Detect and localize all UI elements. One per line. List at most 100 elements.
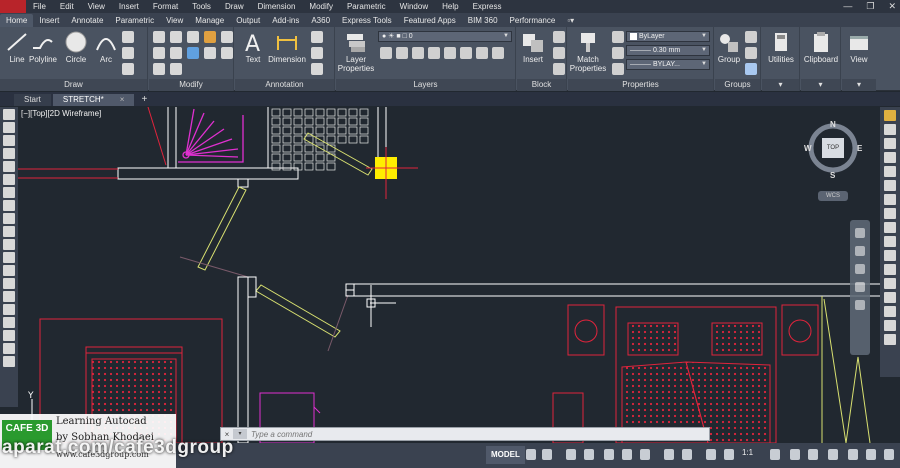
close-icon[interactable]: ✕: [888, 0, 896, 13]
toolbar-stretch-icon[interactable]: [884, 222, 896, 233]
lineweight-dropdown[interactable]: ——— 0.30 mm ▼: [626, 45, 710, 56]
layer-unlock-icon[interactable]: [492, 47, 504, 59]
object-snap-tracking-icon[interactable]: [622, 449, 632, 460]
compass-west[interactable]: W: [804, 144, 812, 153]
utilities-expand-icon[interactable]: ▾: [762, 79, 799, 91]
toolbar-array-icon[interactable]: [884, 166, 896, 177]
menu-file[interactable]: File: [26, 0, 53, 13]
toolbar-spline-icon[interactable]: [3, 213, 15, 224]
table-icon[interactable]: [311, 47, 323, 59]
group-edit-icon[interactable]: [745, 47, 757, 59]
utilities-button[interactable]: Utilities: [761, 30, 801, 64]
file-tab-stretch[interactable]: STRETCH* ×: [52, 94, 135, 106]
modify-panel-title[interactable]: Modify: [149, 79, 233, 91]
hatch-icon[interactable]: [122, 47, 134, 59]
layer-lock-icon[interactable]: [428, 47, 440, 59]
toolbar-break-icon[interactable]: [884, 264, 896, 275]
linetype-dropdown[interactable]: ——— BYLAY... ▼: [626, 59, 710, 70]
trim-icon[interactable]: [187, 31, 199, 43]
toolbar-blend-icon[interactable]: [884, 320, 896, 331]
toolbar-join-icon[interactable]: [884, 278, 896, 289]
properties-panel-title[interactable]: Properties: [568, 79, 713, 91]
group-button[interactable]: Group: [709, 30, 749, 64]
polar-icon[interactable]: [584, 449, 594, 460]
block-attribute-icon[interactable]: [553, 63, 565, 75]
ribbon-minimize-icon[interactable]: ▫▾: [567, 14, 574, 27]
arc-button[interactable]: Arc: [86, 30, 126, 64]
pan-icon[interactable]: [855, 246, 865, 256]
block-panel-title[interactable]: Block: [517, 79, 566, 91]
toolbar-arc-icon[interactable]: [3, 174, 15, 185]
toolbar-ellipse-arc-icon[interactable]: [3, 239, 15, 250]
menu-view[interactable]: View: [81, 0, 112, 13]
layers-panel-title[interactable]: Layers: [336, 79, 515, 91]
lineweight-display-icon[interactable]: [664, 449, 674, 460]
annotation-scale-value[interactable]: 1:1: [742, 448, 753, 457]
tab-add-ins[interactable]: Add-ins: [266, 14, 305, 27]
tab-featured-apps[interactable]: Featured Apps: [398, 14, 462, 27]
transparency-icon[interactable]: [682, 449, 692, 460]
quick-properties-icon[interactable]: [828, 449, 838, 460]
zoom-icon[interactable]: [855, 264, 865, 274]
clipboard-expand-icon[interactable]: ▾: [801, 79, 840, 91]
ortho-icon[interactable]: [566, 449, 576, 460]
leader-icon[interactable]: [311, 31, 323, 43]
tab-parametric[interactable]: Parametric: [109, 14, 160, 27]
layer-on-icon[interactable]: [444, 47, 456, 59]
tab-annotate[interactable]: Annotate: [65, 14, 109, 27]
steering-wheel-icon[interactable]: [855, 228, 865, 238]
model-space-button[interactable]: MODEL: [486, 446, 525, 464]
menu-window[interactable]: Window: [393, 0, 435, 13]
workspace-gear-icon[interactable]: [770, 449, 780, 460]
tab-output[interactable]: Output: [230, 14, 266, 27]
menu-express[interactable]: Express: [466, 0, 509, 13]
tab-bim-360[interactable]: BIM 360: [462, 14, 504, 27]
clipboard-button[interactable]: Clipboard: [801, 30, 841, 64]
menu-help[interactable]: Help: [435, 0, 465, 13]
grid-icon[interactable]: [526, 449, 536, 460]
layer-properties-button[interactable]: Layer Properties: [336, 30, 376, 73]
toolbar-extend-icon[interactable]: [884, 250, 896, 261]
viewcube-top-face[interactable]: TOP: [822, 138, 844, 158]
wcs-menu[interactable]: WCS: [818, 191, 848, 201]
scale-icon[interactable]: [221, 47, 233, 59]
orbit-icon[interactable]: [855, 282, 865, 292]
toolbar-explode-icon[interactable]: [884, 334, 896, 345]
toolbar-chamfer-icon[interactable]: [884, 292, 896, 303]
layer-isolate-icon[interactable]: [396, 47, 408, 59]
layer-thaw-icon[interactable]: [476, 47, 488, 59]
toolbar-hatch-icon[interactable]: [3, 291, 15, 302]
rectangle-icon[interactable]: [122, 31, 134, 43]
selection-cycling-icon[interactable]: [706, 449, 716, 460]
tab-home[interactable]: Home: [0, 14, 34, 27]
erase-icon[interactable]: [204, 31, 216, 43]
mirror-icon[interactable]: [153, 47, 165, 59]
layer-off-icon[interactable]: [380, 47, 392, 59]
toolbar-trim-icon[interactable]: [884, 236, 896, 247]
command-history-icon[interactable]: ▾: [233, 429, 247, 439]
match-properties-button[interactable]: Match Properties: [568, 30, 608, 73]
toolbar-move-icon[interactable]: [884, 180, 896, 191]
snap-icon[interactable]: [542, 449, 552, 460]
insert-block-button[interactable]: Insert: [513, 30, 553, 64]
toolbar-polygon-icon[interactable]: [3, 148, 15, 159]
offset-icon[interactable]: [170, 63, 182, 75]
close-tab-icon[interactable]: ×: [120, 95, 125, 104]
showmotion-icon[interactable]: [855, 300, 865, 310]
groups-panel-title[interactable]: Groups: [715, 79, 760, 91]
app-menu-button[interactable]: [0, 0, 26, 13]
color-dropdown[interactable]: ByLayer ▼: [626, 31, 710, 42]
group-select-icon[interactable]: [745, 63, 757, 75]
compass-east[interactable]: E: [857, 144, 862, 153]
object-snap-icon[interactable]: [640, 449, 650, 460]
selection-grip[interactable]: [366, 147, 418, 199]
isodraft-icon[interactable]: [604, 449, 614, 460]
clean-screen-icon[interactable]: [866, 449, 876, 460]
tab-express-tools[interactable]: Express Tools: [336, 14, 398, 27]
layer-unisolate-icon[interactable]: [460, 47, 472, 59]
restore-icon[interactable]: ❐: [866, 0, 874, 13]
dimension-button[interactable]: Dimension: [267, 30, 307, 64]
toolbar-mtext-icon[interactable]: [3, 343, 15, 354]
edit-block-icon[interactable]: [553, 47, 565, 59]
viewport-controls[interactable]: [−][Top][2D Wireframe]: [21, 109, 101, 118]
